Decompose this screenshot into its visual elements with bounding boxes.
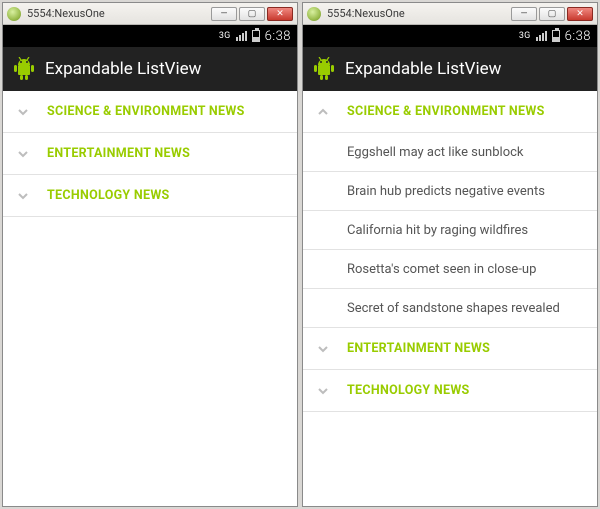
chevron-down-icon	[17, 148, 31, 160]
android-robot-icon	[313, 57, 335, 81]
group-label: ENTERTAINMENT NEWS	[47, 146, 190, 161]
window-minimize-button[interactable]: —	[211, 7, 237, 21]
emulator-window-left: 5554:NexusOne — ▢ ✕ 3G 6:38 Expandable L…	[2, 2, 298, 507]
list-item-label: Secret of sandstone shapes revealed	[347, 301, 560, 316]
expandable-list[interactable]: SCIENCE & ENVIRONMENT NEWS ENTERTAINMENT…	[3, 91, 297, 506]
group-label: SCIENCE & ENVIRONMENT NEWS	[47, 104, 245, 119]
emulator-app-icon	[307, 7, 321, 21]
list-item[interactable]: California hit by raging wildfires	[303, 211, 597, 250]
group-header[interactable]: SCIENCE & ENVIRONMENT NEWS	[303, 91, 597, 133]
signal-bars-icon	[236, 31, 247, 41]
network-type: 3G	[219, 31, 231, 41]
list-item-label: Brain hub predicts negative events	[347, 184, 545, 199]
window-title: 5554:NexusOne	[327, 7, 509, 20]
clock: 6:38	[265, 29, 291, 44]
window-close-button[interactable]: ✕	[267, 7, 293, 21]
clock: 6:38	[565, 29, 591, 44]
app-title: Expandable ListView	[45, 59, 201, 79]
android-statusbar: 3G 6:38	[3, 25, 297, 47]
window-title: 5554:NexusOne	[27, 7, 209, 20]
action-bar: Expandable ListView	[3, 47, 297, 91]
app-title: Expandable ListView	[345, 59, 501, 79]
group-header[interactable]: ENTERTAINMENT NEWS	[3, 133, 297, 175]
android-statusbar: 3G 6:38	[303, 25, 597, 47]
group-header[interactable]: TECHNOLOGY NEWS	[3, 175, 297, 217]
list-item[interactable]: Eggshell may act like sunblock	[303, 133, 597, 172]
window-titlebar: 5554:NexusOne — ▢ ✕	[303, 3, 597, 25]
group-label: SCIENCE & ENVIRONMENT NEWS	[347, 104, 545, 119]
window-minimize-button[interactable]: —	[511, 7, 537, 21]
list-item[interactable]: Rosetta's comet seen in close-up	[303, 250, 597, 289]
window-titlebar: 5554:NexusOne — ▢ ✕	[3, 3, 297, 25]
group-label: TECHNOLOGY NEWS	[47, 188, 170, 203]
window-maximize-button[interactable]: ▢	[539, 7, 565, 21]
list-item-label: California hit by raging wildfires	[347, 223, 528, 238]
group-header[interactable]: TECHNOLOGY NEWS	[303, 370, 597, 412]
group-header[interactable]: SCIENCE & ENVIRONMENT NEWS	[3, 91, 297, 133]
android-robot-icon	[13, 57, 35, 81]
chevron-down-icon	[17, 106, 31, 118]
window-maximize-button[interactable]: ▢	[239, 7, 265, 21]
list-item-label: Eggshell may act like sunblock	[347, 145, 524, 160]
chevron-up-icon	[317, 106, 331, 118]
signal-bars-icon	[536, 31, 547, 41]
action-bar: Expandable ListView	[303, 47, 597, 91]
group-header[interactable]: ENTERTAINMENT NEWS	[303, 328, 597, 370]
device-screen: 3G 6:38 Expandable ListView SCIENCE & EN…	[3, 25, 297, 506]
emulator-window-right: 5554:NexusOne — ▢ ✕ 3G 6:38 Expandable L…	[302, 2, 598, 507]
device-screen: 3G 6:38 Expandable ListView SCIENCE & EN…	[303, 25, 597, 506]
expandable-list[interactable]: SCIENCE & ENVIRONMENT NEWS Eggshell may …	[303, 91, 597, 506]
emulator-app-icon	[7, 7, 21, 21]
battery-icon	[252, 30, 260, 42]
battery-icon	[552, 30, 560, 42]
window-close-button[interactable]: ✕	[567, 7, 593, 21]
chevron-down-icon	[317, 343, 331, 355]
list-item[interactable]: Brain hub predicts negative events	[303, 172, 597, 211]
list-item[interactable]: Secret of sandstone shapes revealed	[303, 289, 597, 328]
group-label: ENTERTAINMENT NEWS	[347, 341, 490, 356]
chevron-down-icon	[17, 190, 31, 202]
chevron-down-icon	[317, 385, 331, 397]
group-label: TECHNOLOGY NEWS	[347, 383, 470, 398]
network-type: 3G	[519, 31, 531, 41]
list-item-label: Rosetta's comet seen in close-up	[347, 262, 536, 277]
